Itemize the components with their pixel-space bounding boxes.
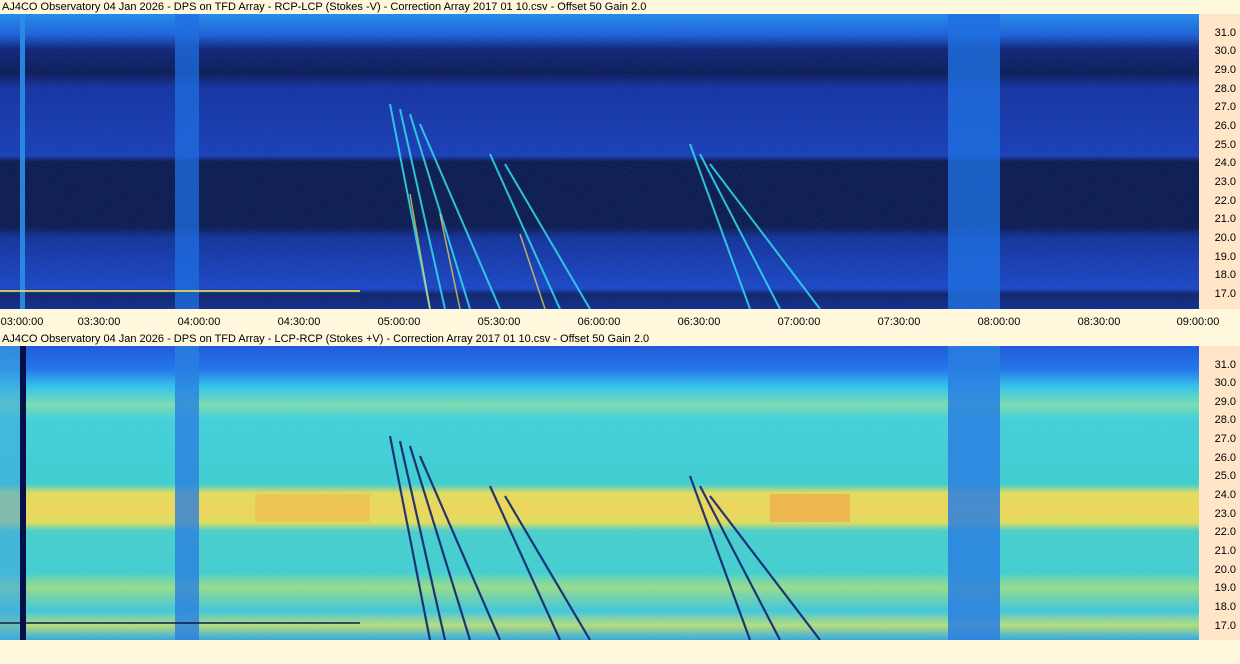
y-tick-label: 26.0	[1214, 452, 1236, 464]
y-tick-label: 18.0	[1214, 269, 1236, 281]
x-tick-label: 06:00:00	[577, 316, 621, 328]
y-tick-label: 30.0	[1214, 45, 1236, 57]
y-tick-label: 31.0	[1214, 27, 1236, 39]
time-axis: 03:00:00 03:30:00 04:00:00 04:30:00 05:0…	[0, 309, 1240, 331]
y-tick-label: 31.0	[1214, 359, 1236, 371]
y-tick-label: 29.0	[1214, 396, 1236, 408]
y-tick-label: 26.0	[1214, 120, 1236, 132]
x-tick-label: 03:30:00	[77, 316, 121, 328]
x-tick-label: 07:30:00	[877, 316, 921, 328]
x-tick-label: 08:30:00	[1077, 316, 1121, 328]
y-tick-label: 22.0	[1214, 526, 1236, 538]
y-tick-label: 23.0	[1214, 508, 1236, 520]
y-tick-label: 24.0	[1214, 489, 1236, 501]
spectrogram-panel-top: AJ4CO Observatory 04 Jan 2026 - DPS on T…	[0, 0, 1240, 332]
frequency-axis: 31.0 30.0 29.0 28.0 27.0 26.0 25.0 24.0 …	[1199, 14, 1240, 309]
y-tick-label: 27.0	[1214, 433, 1236, 445]
spectrogram-image	[0, 346, 1199, 640]
time-axis	[0, 640, 1240, 662]
x-tick-label: 07:00:00	[777, 316, 821, 328]
y-tick-label: 30.0	[1214, 377, 1236, 389]
x-tick-label: 09:00:00	[1176, 316, 1220, 328]
y-tick-label: 28.0	[1214, 414, 1236, 426]
y-tick-label: 20.0	[1214, 232, 1236, 244]
y-tick-label: 20.0	[1214, 564, 1236, 576]
y-tick-label: 21.0	[1214, 213, 1236, 225]
spectrogram-panel-bottom: AJ4CO Observatory 04 Jan 2026 - DPS on T…	[0, 332, 1240, 664]
y-tick-label: 21.0	[1214, 545, 1236, 557]
y-tick-label: 17.0	[1214, 620, 1236, 632]
y-tick-label: 19.0	[1214, 251, 1236, 263]
y-tick-label: 18.0	[1214, 601, 1236, 613]
x-tick-label: 05:30:00	[477, 316, 521, 328]
x-tick-label: 06:30:00	[677, 316, 721, 328]
y-tick-label: 22.0	[1214, 195, 1236, 207]
y-tick-label: 19.0	[1214, 582, 1236, 594]
frequency-axis: 31.0 30.0 29.0 28.0 27.0 26.0 25.0 24.0 …	[1199, 346, 1240, 640]
y-tick-label: 29.0	[1214, 64, 1236, 76]
x-tick-label: 03:00:00	[0, 316, 44, 328]
y-tick-label: 27.0	[1214, 101, 1236, 113]
x-tick-label: 08:00:00	[977, 316, 1021, 328]
y-tick-label: 25.0	[1214, 470, 1236, 482]
y-tick-label: 24.0	[1214, 157, 1236, 169]
spectrogram-image	[0, 14, 1199, 309]
panel-title: AJ4CO Observatory 04 Jan 2026 - DPS on T…	[2, 1, 647, 13]
x-tick-label: 05:00:00	[377, 316, 421, 328]
x-tick-label: 04:00:00	[177, 316, 221, 328]
y-tick-label: 17.0	[1214, 288, 1236, 300]
x-tick-label: 04:30:00	[277, 316, 321, 328]
y-tick-label: 28.0	[1214, 83, 1236, 95]
y-tick-label: 25.0	[1214, 139, 1236, 151]
panel-title: AJ4CO Observatory 04 Jan 2026 - DPS on T…	[2, 333, 650, 345]
y-tick-label: 23.0	[1214, 176, 1236, 188]
